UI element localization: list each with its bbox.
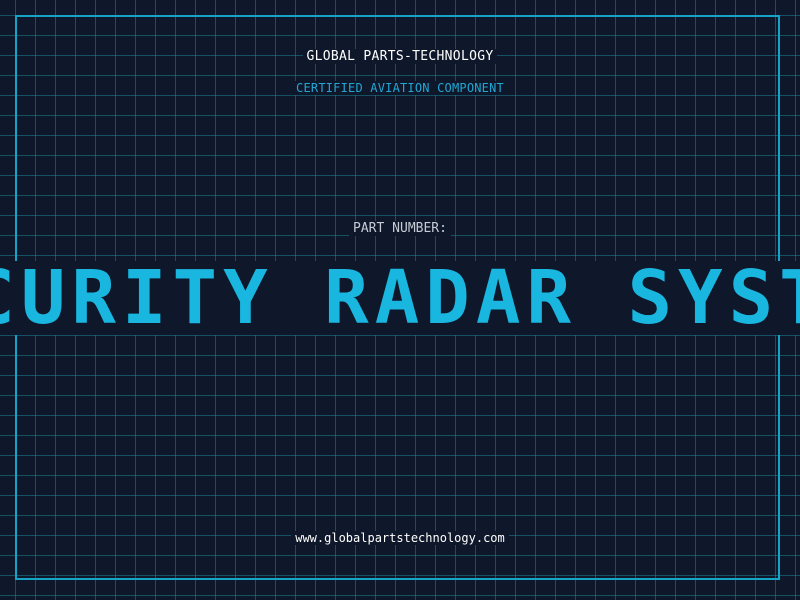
brand-title: GLOBAL PARTS-TECHNOLOGY: [0, 49, 800, 64]
label-card: GLOBAL PARTS-TECHNOLOGY CERTIFIED AVIATI…: [0, 0, 800, 600]
part-number-label: PART NUMBER:: [0, 221, 800, 236]
part-number-value: SECURITY RADAR SYSTEM: [0, 261, 800, 335]
website-url: www.globalpartstechnology.com: [0, 531, 800, 545]
website-url-text: www.globalpartstechnology.com: [291, 531, 509, 545]
brand-name: GLOBAL PARTS-TECHNOLOGY: [302, 49, 498, 64]
part-number-band: SECURITY RADAR SYSTEM: [0, 261, 800, 335]
brand-tagline: CERTIFIED AVIATION COMPONENT: [0, 81, 800, 95]
part-number-label-text: PART NUMBER:: [349, 221, 451, 236]
tagline-text: CERTIFIED AVIATION COMPONENT: [292, 81, 508, 95]
